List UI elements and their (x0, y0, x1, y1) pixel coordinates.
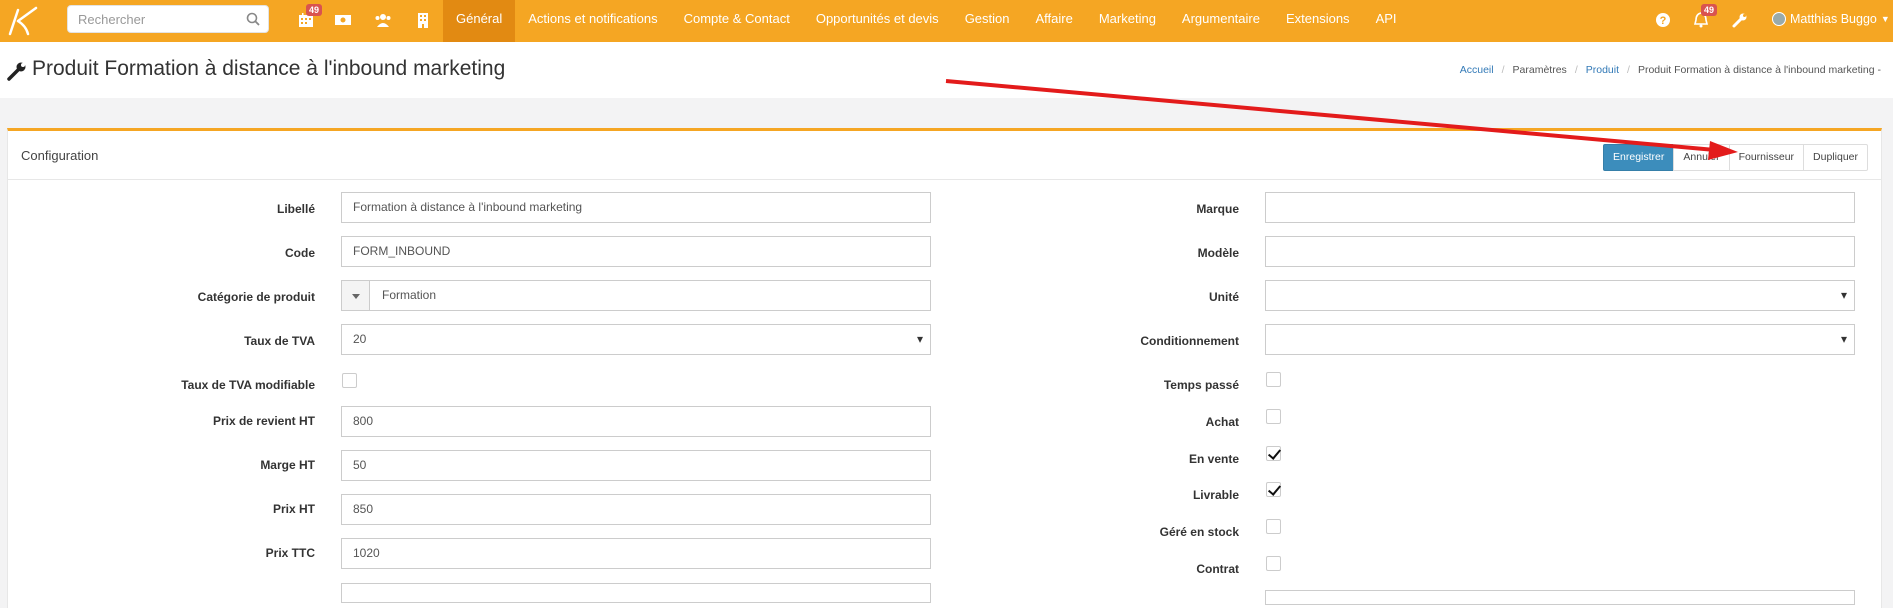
nav-api[interactable]: API (1363, 0, 1410, 42)
en-vente-label: En vente (1188, 452, 1239, 466)
save-button[interactable]: Enregistrer (1603, 144, 1675, 171)
page-header: Produit Formation à distance à l'inbound… (0, 42, 1893, 98)
temps-passe-label: Temps passé (1163, 378, 1239, 392)
action-buttons: Enregistrer Annuler Fournisseur Duplique… (1603, 144, 1868, 171)
cancel-button[interactable]: Annuler (1673, 144, 1730, 171)
dropdown-toggle-icon[interactable] (342, 281, 370, 310)
nav-marketing[interactable]: Marketing (1086, 0, 1169, 42)
calendar-badge: 49 (306, 4, 323, 16)
modele-input[interactable] (1265, 236, 1855, 267)
marge-label: Marge HT (260, 458, 315, 472)
breadcrumb-settings[interactable]: Paramètres (1513, 64, 1567, 76)
temps-passe-checkbox[interactable] (1266, 372, 1281, 387)
chevron-down-icon: ▼ (1880, 14, 1890, 24)
user-name: Matthias Buggo (1790, 12, 1877, 26)
livrable-checkbox[interactable] (1266, 482, 1281, 497)
contrat-checkbox[interactable] (1266, 556, 1281, 571)
duplicate-button[interactable]: Dupliquer (1803, 144, 1868, 171)
avatar (1772, 12, 1786, 26)
breadcrumb: Accueil / Paramètres / Produit / Produit… (1460, 64, 1881, 76)
achat-checkbox[interactable] (1266, 409, 1281, 424)
nav-argumentaire[interactable]: Argumentaire (1169, 0, 1273, 42)
search-input[interactable] (68, 6, 238, 32)
categorie-value: Formation (382, 288, 437, 302)
unite-select[interactable] (1265, 280, 1855, 311)
next-field-input[interactable] (341, 583, 931, 603)
breadcrumb-separator: / (1574, 64, 1578, 76)
top-navbar: 49 Général Actions et notifications Comp… (0, 0, 1893, 42)
users-icon[interactable] (374, 11, 392, 29)
wrench-icon (7, 62, 26, 81)
categorie-select[interactable]: Formation (341, 280, 931, 311)
prix-ht-input[interactable]: 850 (341, 494, 931, 525)
prix-revient-label: Prix de revient HT (212, 414, 315, 428)
tva-modifiable-label: Taux de TVA modifiable (181, 378, 315, 392)
nav-affaire[interactable]: Affaire (1023, 0, 1086, 42)
nav-compte-contact[interactable]: Compte & Contact (671, 0, 803, 42)
building-icon[interactable] (414, 11, 432, 29)
main-nav: Général Actions et notifications Compte … (443, 0, 1410, 42)
gere-stock-label: Géré en stock (1159, 525, 1239, 539)
gere-stock-checkbox[interactable] (1266, 519, 1281, 534)
en-vente-checkbox[interactable] (1266, 446, 1281, 461)
user-menu[interactable]: Matthias Buggo ▼ (1772, 12, 1890, 26)
nav-extensions[interactable]: Extensions (1273, 0, 1363, 42)
marque-label: Marque (1196, 202, 1239, 216)
prix-ttc-label: Prix TTC (265, 546, 315, 560)
categorie-label: Catégorie de produit (197, 290, 315, 304)
panel-header: Configuration Enregistrer Annuler Fourni… (8, 131, 1881, 180)
libelle-label: Libellé (276, 202, 315, 216)
modele-label: Modèle (1197, 246, 1239, 260)
nav-opportunites-devis[interactable]: Opportunités et devis (803, 0, 952, 42)
page-title: Produit Formation à distance à l'inbound… (32, 57, 506, 80)
panel-title: Configuration (21, 148, 99, 163)
nav-general[interactable]: Général (443, 0, 516, 42)
prix-ttc-input[interactable]: 1020 (341, 538, 931, 569)
supplier-button[interactable]: Fournisseur (1728, 144, 1805, 171)
conditionnement-select[interactable] (1265, 324, 1855, 355)
marge-input[interactable]: 50 (341, 450, 931, 481)
prix-revient-input[interactable]: 800 (341, 406, 931, 437)
breadcrumb-current: Produit Formation à distance à l'inbound… (1637, 64, 1881, 76)
tva-select[interactable]: 20 (341, 324, 931, 355)
breadcrumb-home[interactable]: Accueil (1460, 64, 1494, 76)
conditionnement-label: Conditionnement (1140, 334, 1239, 348)
notifications-badge: 49 (1701, 4, 1718, 16)
money-icon[interactable] (334, 11, 352, 29)
livrable-label: Livrable (1192, 488, 1239, 502)
contrat-label: Contrat (1196, 562, 1239, 576)
prix-ht-label: Prix HT (272, 502, 315, 516)
help-icon[interactable]: ? (1654, 11, 1672, 29)
code-input[interactable]: FORM_INBOUND (341, 236, 931, 267)
nav-gestion[interactable]: Gestion (952, 0, 1023, 42)
nav-actions-notifications[interactable]: Actions et notifications (515, 0, 670, 42)
next-right-field[interactable] (1265, 590, 1855, 605)
search-box (67, 5, 269, 33)
svg-text:?: ? (1660, 15, 1667, 27)
achat-label: Achat (1205, 415, 1239, 429)
tva-label: Taux de TVA (244, 334, 315, 348)
libelle-input[interactable]: Formation à distance à l'inbound marketi… (341, 192, 931, 223)
app-logo[interactable] (6, 4, 42, 38)
marque-input[interactable] (1265, 192, 1855, 223)
breadcrumb-separator: / (1627, 64, 1630, 76)
unite-label: Unité (1209, 290, 1239, 304)
breadcrumb-separator: / (1501, 64, 1505, 76)
wrench-icon[interactable] (1731, 11, 1749, 29)
code-label: Code (285, 246, 315, 260)
breadcrumb-product[interactable]: Produit (1586, 64, 1619, 76)
search-icon[interactable] (246, 12, 260, 26)
tva-modifiable-checkbox[interactable] (342, 373, 357, 388)
